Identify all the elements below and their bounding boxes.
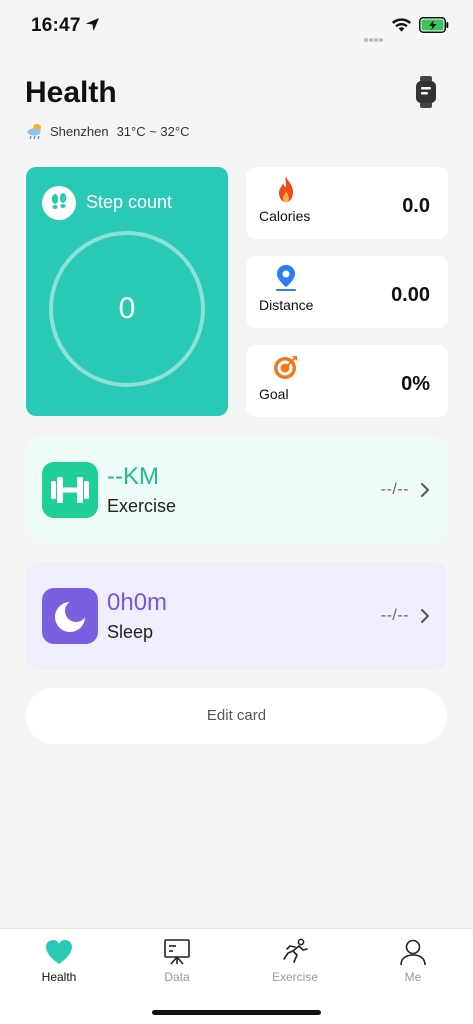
footprints-icon (42, 186, 76, 220)
tab-exercise[interactable]: Exercise (236, 929, 354, 999)
heart-icon (46, 940, 72, 964)
exercise-distance-value: --KM (107, 463, 159, 490)
goal-label: Goal (259, 386, 289, 402)
distance-card[interactable]: Distance 0.00 (246, 256, 448, 328)
step-count-label: Step count (86, 192, 173, 212)
weather-temperature: 31°C ~ 32°C (116, 123, 190, 139)
chevron-right-icon (421, 483, 429, 497)
calories-label: Calories (259, 208, 311, 224)
tab-me[interactable]: Me (354, 929, 472, 999)
chart-board-icon (164, 939, 190, 965)
tab-health-label: Health (41, 970, 77, 984)
step-count-card[interactable]: Step count 0 (26, 167, 228, 416)
distance-value: 0.00 (391, 284, 430, 306)
goal-card[interactable]: Goal 0% (246, 345, 448, 417)
watch-device-icon[interactable] (412, 75, 440, 109)
goal-value: 0% (401, 373, 430, 395)
exercise-label: Exercise (107, 496, 177, 516)
sleep-duration-value: 0h0m (107, 589, 168, 616)
target-icon (274, 356, 297, 379)
location-pin-icon (276, 265, 296, 291)
location-arrow-icon (85, 17, 100, 32)
moon-icon (42, 588, 98, 644)
tab-bar: Health Data Exercise Me (0, 928, 473, 1024)
page-title: Health (25, 76, 117, 109)
calories-card[interactable]: Calories 0.0 (246, 167, 448, 239)
exercise-card[interactable]: --KM Exercise --/-- (26, 436, 447, 544)
weather-city: Shenzhen (50, 123, 109, 139)
runner-icon (283, 938, 308, 963)
dumbbell-icon (42, 462, 98, 518)
sleep-date: --/-- (380, 607, 409, 624)
flame-icon (279, 176, 293, 202)
cellular-signal-icon (364, 29, 384, 47)
battery-charging-icon (419, 17, 449, 33)
status-time: 16:47 (31, 15, 81, 36)
tab-data-label: Data (164, 970, 190, 984)
sleep-card[interactable]: 0h0m Sleep --/-- (26, 562, 447, 670)
home-indicator[interactable] (152, 1010, 321, 1015)
calories-value: 0.0 (402, 195, 430, 217)
edit-card-button[interactable]: Edit card (26, 688, 447, 744)
chevron-right-icon (421, 609, 429, 623)
person-icon (400, 939, 426, 966)
tab-exercise-label: Exercise (271, 970, 318, 984)
tab-health[interactable]: Health (0, 929, 118, 999)
status-bar: 16:47 (0, 0, 473, 50)
step-count-value: 0 (118, 292, 136, 325)
tab-me-label: Me (404, 970, 422, 984)
wifi-icon (391, 18, 412, 32)
sleep-label: Sleep (107, 622, 154, 642)
distance-label: Distance (259, 297, 314, 313)
cloudy-rain-icon (27, 124, 41, 140)
tab-data[interactable]: Data (118, 929, 236, 999)
exercise-date: --/-- (380, 481, 409, 498)
weather-row: Shenzhen 31°C ~ 32°C (26, 122, 189, 140)
